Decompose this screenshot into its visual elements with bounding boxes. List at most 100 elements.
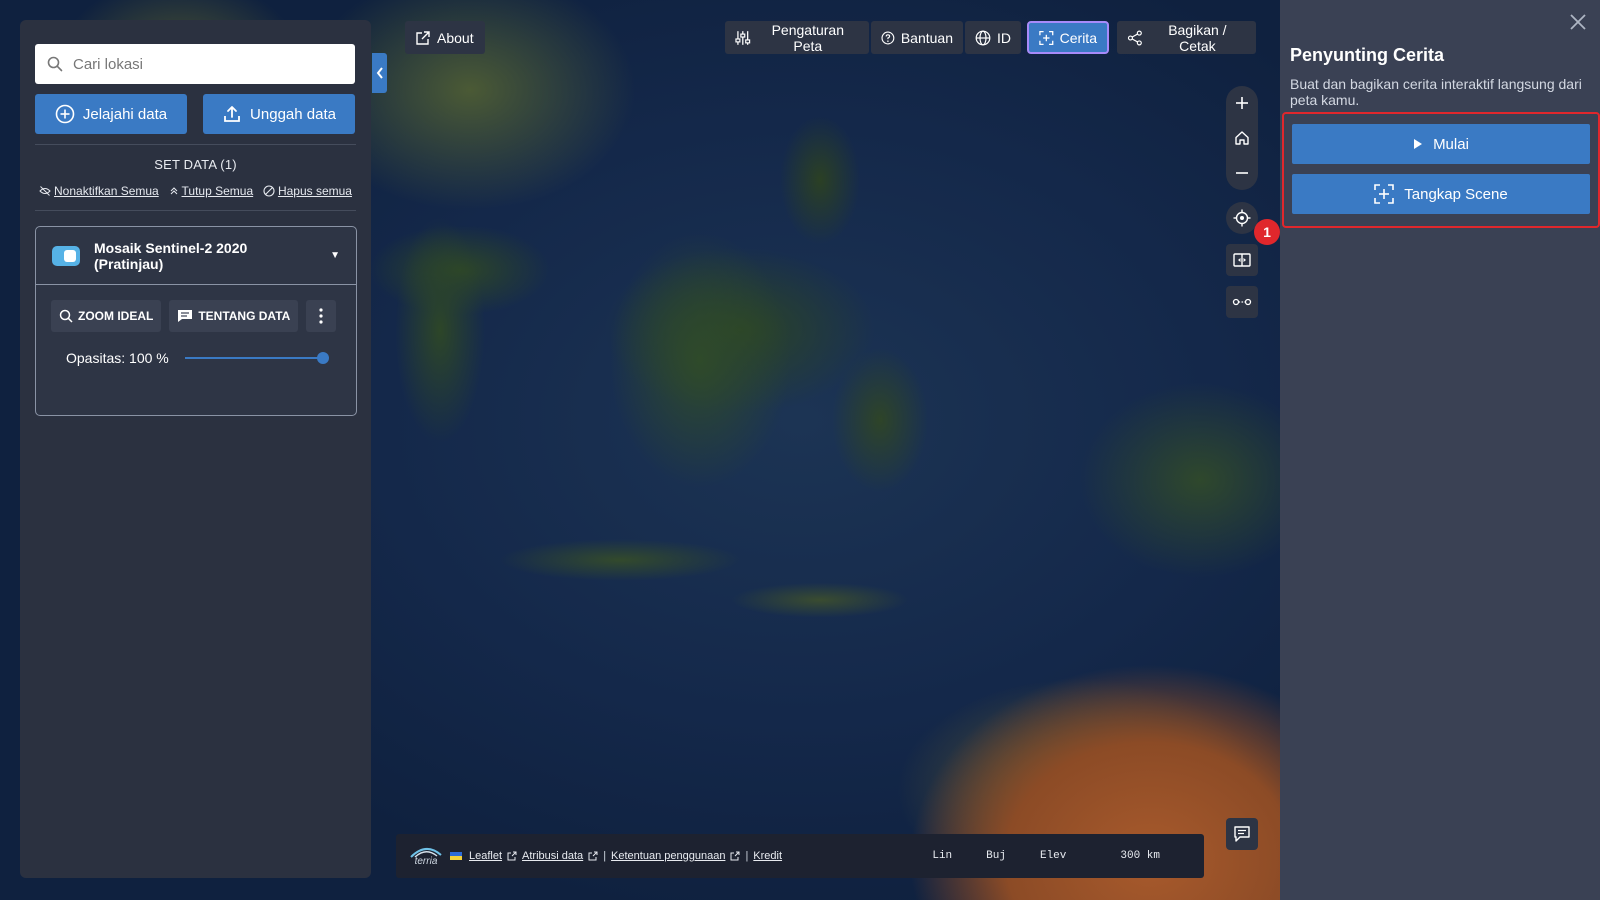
- disable-all-link[interactable]: Nonaktifkan Semua: [39, 184, 159, 198]
- close-icon: [1570, 14, 1586, 30]
- help-circle-icon: [881, 31, 895, 44]
- minus-icon: [1236, 171, 1248, 174]
- capture-scene-button[interactable]: Tangkap Scene: [1292, 174, 1590, 214]
- remove-all-link[interactable]: Hapus semua: [263, 184, 352, 198]
- scale-bar-label: 300 km: [1120, 850, 1160, 862]
- dataset-count-header: SET DATA (1): [154, 157, 237, 172]
- divider: [35, 210, 356, 211]
- map-status-bar: terria Leaflet Atribusi data | Ketentuan…: [396, 834, 1204, 878]
- credits: Leaflet Atribusi data | Ketentuan penggu…: [450, 850, 782, 862]
- zoom-out-button[interactable]: [1226, 158, 1258, 188]
- share-print-button[interactable]: Bagikan / Cetak: [1117, 21, 1256, 54]
- language-label: ID: [997, 29, 1011, 46]
- opacity-label: Opasitas: 100 %: [66, 350, 169, 366]
- explore-data-label: Jelajahi data: [82, 105, 168, 123]
- about-button[interactable]: About: [405, 21, 485, 54]
- attribution-link[interactable]: Atribusi data: [522, 850, 583, 862]
- upload-data-button[interactable]: Unggah data: [203, 94, 355, 134]
- start-story-label: Mulai: [1433, 135, 1469, 153]
- terria-logo-text: terria: [414, 855, 438, 867]
- separator: |: [603, 850, 607, 862]
- chevron-left-icon: [376, 67, 383, 79]
- map-settings-label: Pengaturan Peta: [771, 21, 844, 54]
- layer-header: Mosaik Sentinel-2 2020 (Pratinjau) ▼: [36, 227, 356, 285]
- disable-all-label: Nonaktifkan Semua: [54, 184, 159, 198]
- divider: [35, 144, 356, 145]
- story-panel-title: Penyunting Cerita: [1290, 45, 1445, 65]
- block-icon: [263, 185, 275, 197]
- about-label: About: [437, 29, 474, 46]
- chevrons-up-icon: [170, 187, 177, 195]
- play-icon: [1414, 139, 1423, 149]
- external-link-icon: [588, 851, 598, 861]
- story-panel-description: Buat dan bagikan cerita interaktif langs…: [1290, 76, 1582, 108]
- zoom-controls: [1226, 86, 1258, 190]
- story-actions-highlight: Mulai Tangkap Scene: [1282, 112, 1600, 228]
- eye-off-icon: [39, 186, 51, 196]
- feedback-button[interactable]: [1226, 818, 1258, 850]
- capture-icon: [1039, 30, 1054, 45]
- dataset-actions: Nonaktifkan Semua Tutup Semua Hapus semu…: [35, 184, 356, 198]
- explore-data-button[interactable]: Jelajahi data: [35, 94, 187, 134]
- collapse-all-link[interactable]: Tutup Semua: [169, 184, 254, 198]
- story-label: Cerita: [1059, 29, 1097, 46]
- external-link-icon: [730, 851, 740, 861]
- terria-logo[interactable]: terria: [410, 846, 442, 867]
- search-icon: [59, 309, 73, 323]
- zoom-in-button[interactable]: [1226, 88, 1258, 118]
- credits-link[interactable]: Kredit: [753, 850, 782, 862]
- slider-thumb[interactable]: [316, 352, 329, 364]
- terms-link[interactable]: Ketentuan penggunaan: [611, 850, 725, 862]
- globe-icon: [975, 30, 991, 45]
- more-options-button[interactable]: [306, 300, 337, 332]
- about-data-button[interactable]: TENTANG DATA: [169, 300, 299, 332]
- workbench-panel: Jelajahi data Unggah data SET DATA (1) N…: [20, 20, 371, 878]
- split-screen-icon: [1233, 253, 1251, 267]
- capture-scene-icon: [1374, 184, 1395, 204]
- about-data-label: TENTANG DATA: [198, 309, 291, 323]
- reset-view-button[interactable]: [1226, 123, 1258, 153]
- help-label: Bantuan: [900, 29, 953, 46]
- step-badge: 1: [1254, 219, 1280, 245]
- elevation-label: Elev: [1039, 850, 1067, 862]
- ukraine-flag-icon: [450, 852, 462, 860]
- opacity-row: Opasitas: 100 %: [36, 332, 356, 366]
- add-circle-icon: [55, 104, 75, 124]
- story-editor-panel: Penyunting Cerita Buat dan bagikan cerit…: [1280, 0, 1600, 900]
- ideal-zoom-button[interactable]: ZOOM IDEAL: [51, 300, 162, 332]
- external-link-icon: [507, 851, 517, 861]
- layer-card: Mosaik Sentinel-2 2020 (Pratinjau) ▼ ZOO…: [35, 226, 357, 416]
- caret-down-icon[interactable]: ▼: [330, 250, 340, 261]
- latitude-label: Lin: [932, 850, 953, 862]
- separator: |: [745, 850, 749, 862]
- collapse-all-label: Tutup Semua: [181, 184, 254, 198]
- close-story-panel-button[interactable]: [1568, 12, 1588, 32]
- capture-scene-label: Tangkap Scene: [1404, 185, 1508, 203]
- ideal-zoom-label: ZOOM IDEAL: [78, 309, 154, 323]
- opacity-slider[interactable]: [184, 351, 329, 365]
- remove-all-label: Hapus semua: [277, 184, 352, 198]
- share-icon: [1127, 30, 1142, 45]
- crosshair-icon: [1233, 209, 1251, 227]
- feedback-icon: [1234, 826, 1250, 842]
- start-story-button[interactable]: Mulai: [1292, 124, 1590, 164]
- longitude-label: Buj: [986, 850, 1006, 862]
- help-button[interactable]: Bantuan: [871, 21, 963, 54]
- share-print-label: Bagikan / Cetak: [1168, 21, 1227, 54]
- upload-icon: [224, 106, 240, 122]
- leaflet-link[interactable]: Leaflet: [469, 850, 502, 862]
- story-button[interactable]: Cerita: [1027, 21, 1109, 54]
- kebab-menu-icon: [319, 308, 323, 324]
- map-settings-button[interactable]: Pengaturan Peta: [725, 21, 869, 54]
- home-icon: [1235, 131, 1249, 145]
- search-icon: [47, 56, 63, 72]
- split-compare-button[interactable]: [1226, 244, 1258, 276]
- measure-tool-button[interactable]: [1226, 286, 1258, 318]
- language-button[interactable]: ID: [965, 21, 1021, 54]
- collapse-panel-button[interactable]: [372, 53, 387, 93]
- search-input[interactable]: [73, 55, 333, 73]
- external-link-icon: [416, 30, 430, 45]
- measure-icon: [1232, 298, 1252, 306]
- search-box[interactable]: [35, 44, 355, 84]
- layer-visibility-toggle[interactable]: [52, 245, 80, 266]
